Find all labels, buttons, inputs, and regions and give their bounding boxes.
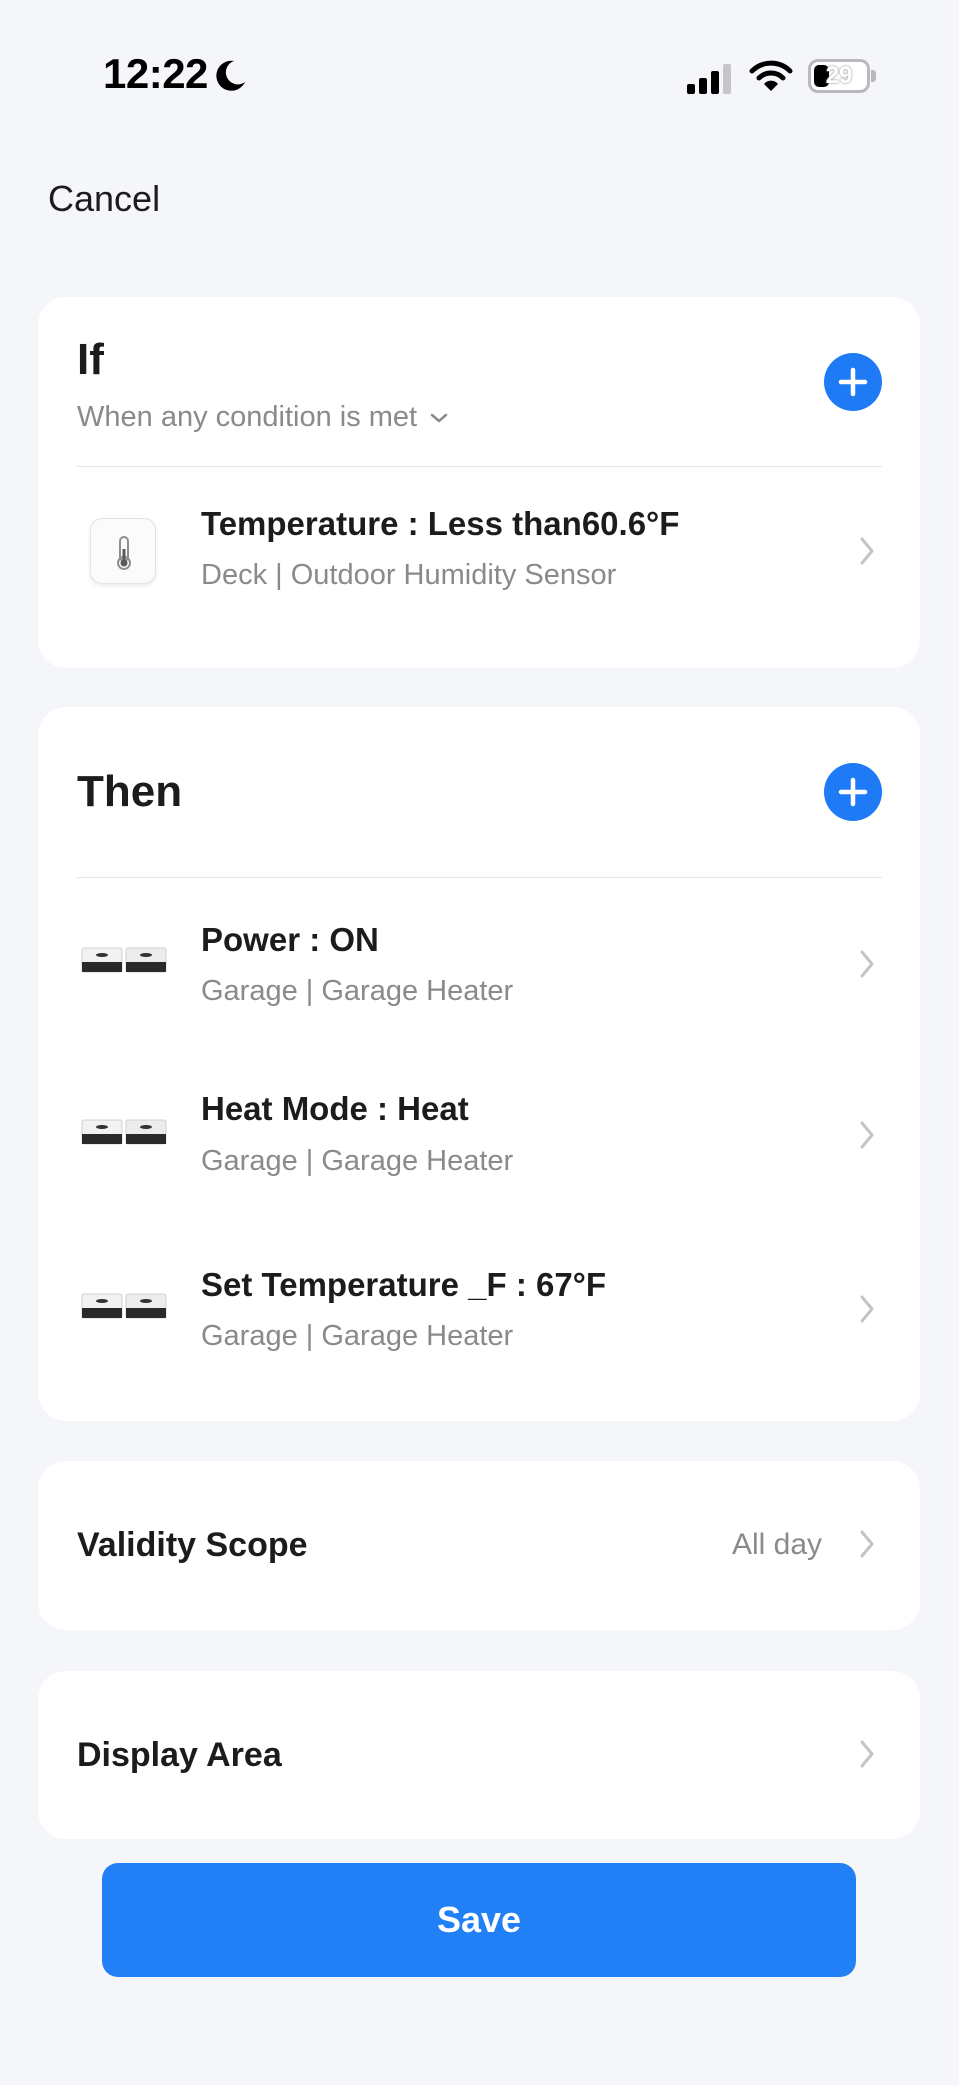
sensor-device-image: [90, 518, 156, 584]
action-row-set-temperature[interactable]: Set Temperature _F : 67°F Garage | Garag…: [38, 1220, 920, 1392]
condition-mode-label: When any condition is met: [77, 401, 418, 433]
condition-title: Temperature : Less than60.6°F: [201, 505, 680, 542]
if-card: If When any condition is met Temperature…: [38, 297, 920, 668]
action-title: Heat Mode : Heat: [201, 1090, 469, 1127]
condition-row[interactable]: Temperature : Less than60.6°F Deck | Out…: [38, 467, 920, 667]
then-title: Then: [77, 767, 183, 816]
chevron-right-icon: [860, 950, 874, 978]
validity-scope-label: Validity Scope: [77, 1526, 308, 1564]
thermometer-icon: [117, 536, 131, 570]
condition-subtitle: Deck | Outdoor Humidity Sensor: [201, 559, 617, 591]
action-title: Power : ON: [201, 921, 379, 958]
then-card: Then Power : ON Garage | Garage Heater H…: [38, 707, 920, 1421]
status-bar: 12:22 29: [0, 0, 959, 150]
chevron-right-icon: [860, 1295, 874, 1323]
wifi-icon: [749, 60, 793, 91]
display-area-label: Display Area: [77, 1736, 282, 1774]
chevron-right-icon: [860, 1121, 874, 1149]
validity-scope-value: All day: [731, 1528, 822, 1561]
validity-scope-row[interactable]: Validity Scope All day: [38, 1461, 920, 1630]
add-condition-button[interactable]: [824, 353, 882, 411]
moon-icon: [216, 60, 245, 91]
action-row-power[interactable]: Power : ON Garage | Garage Heater: [38, 878, 920, 1048]
action-subtitle: Garage | Garage Heater: [201, 975, 514, 1007]
plus-icon: [838, 367, 868, 397]
garage-heater-image: [81, 1293, 167, 1319]
status-time: 12:22: [103, 50, 208, 97]
chevron-right-icon: [860, 1530, 874, 1558]
save-button[interactable]: Save: [102, 1863, 856, 1977]
battery-level: 29: [825, 62, 853, 89]
battery-icon: 29: [808, 59, 876, 93]
cancel-button[interactable]: Cancel: [48, 178, 160, 220]
action-row-heat-mode[interactable]: Heat Mode : Heat Garage | Garage Heater: [38, 1048, 920, 1220]
display-area-row[interactable]: Display Area: [38, 1671, 920, 1839]
if-title: If: [77, 335, 104, 384]
chevron-right-icon: [860, 1740, 874, 1768]
cellular-signal-icon: [687, 64, 731, 94]
garage-heater-image: [81, 947, 167, 973]
chevron-down-icon: [430, 413, 448, 422]
chevron-right-icon: [860, 537, 874, 565]
add-action-button[interactable]: [824, 763, 882, 821]
action-subtitle: Garage | Garage Heater: [201, 1320, 514, 1352]
action-subtitle: Garage | Garage Heater: [201, 1145, 514, 1177]
plus-icon: [838, 777, 868, 807]
garage-heater-image: [81, 1119, 167, 1145]
action-title: Set Temperature _F : 67°F: [201, 1266, 607, 1303]
condition-mode-dropdown[interactable]: When any condition is met: [77, 401, 449, 434]
